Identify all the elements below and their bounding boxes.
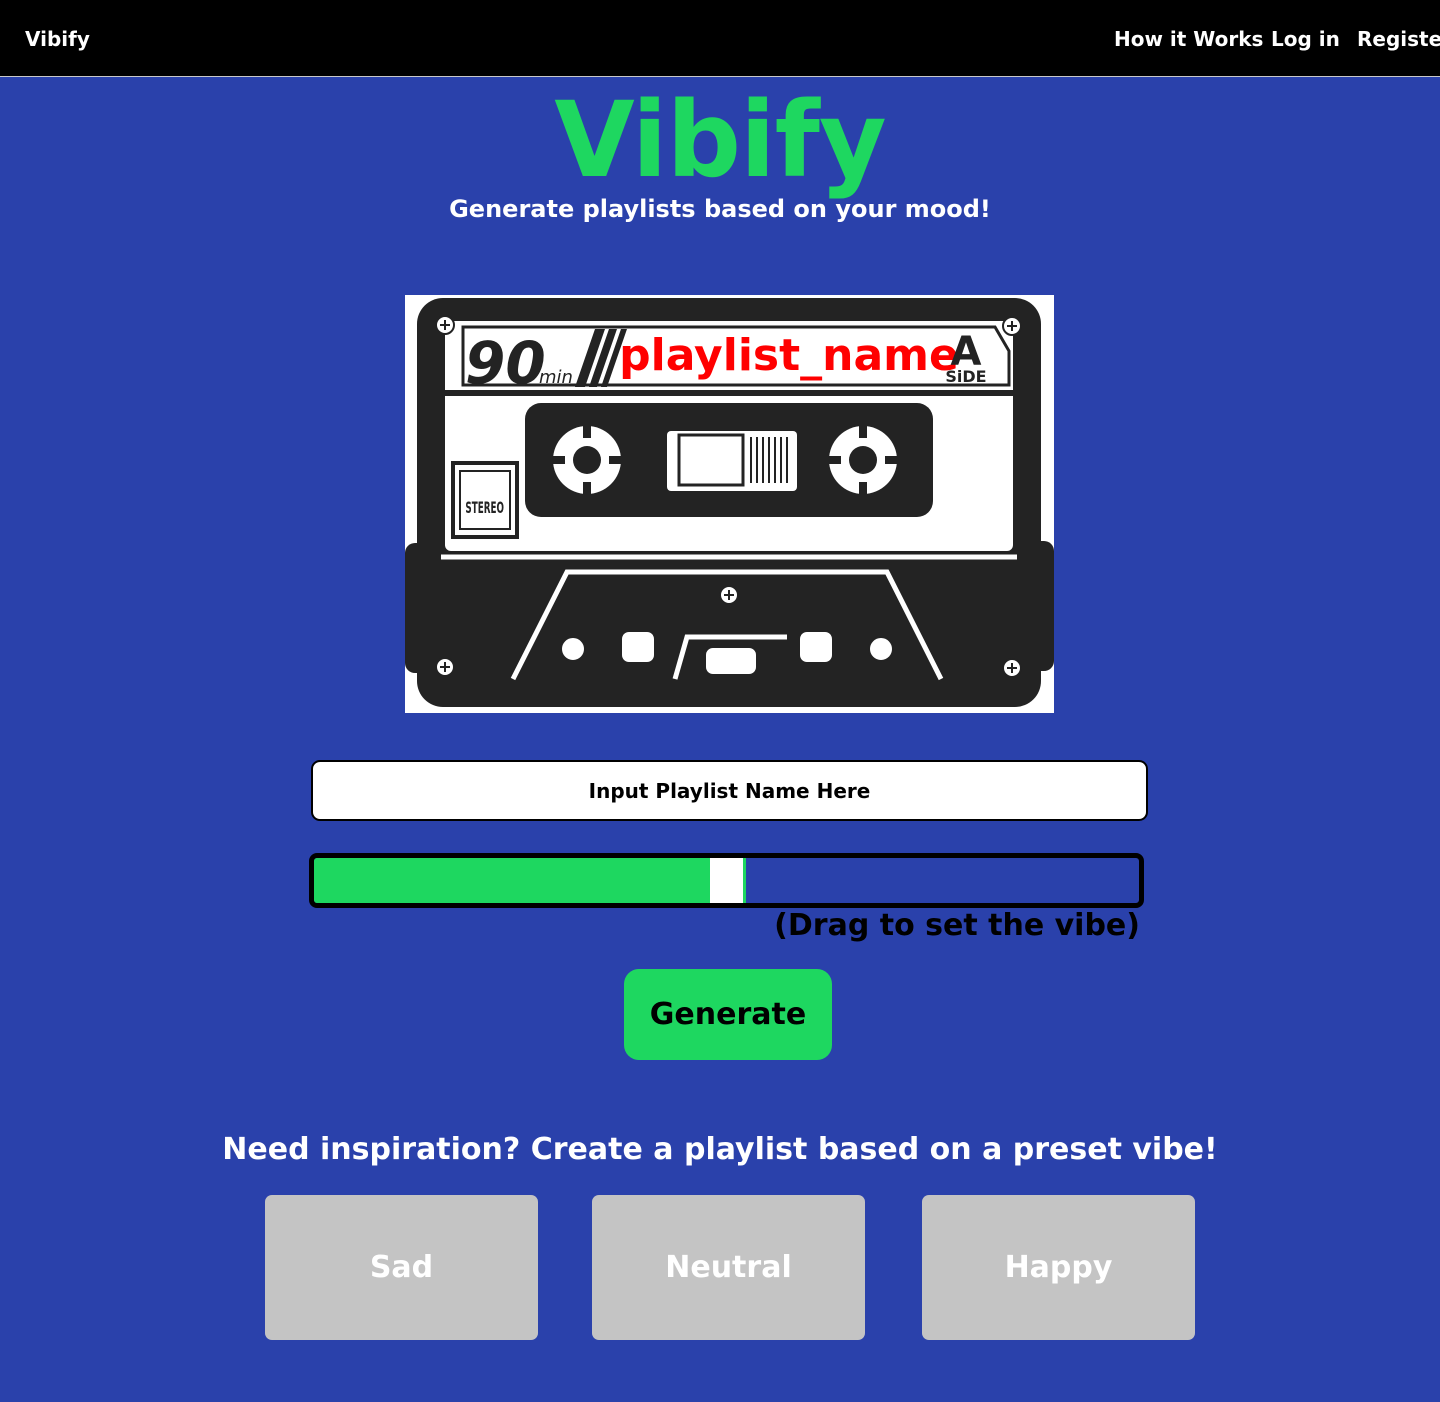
top-navbar: Vibify How it Works Log in Register <box>0 0 1440 77</box>
nav-link-how-it-works[interactable]: How it Works <box>1114 26 1263 52</box>
preset-heading: Need inspiration? Create a playlist base… <box>222 1132 1218 1167</box>
cassette-side-word: SiDE <box>945 367 986 386</box>
cassette-minutes: 90 <box>465 329 546 397</box>
cassette-playlist-label: playlist_name <box>619 330 959 381</box>
vibe-slider[interactable] <box>309 853 1144 908</box>
preset-happy-button[interactable]: Happy <box>922 1195 1195 1340</box>
nav-link-log-in[interactable]: Log in <box>1271 26 1340 52</box>
vibe-slider-fill <box>314 858 710 903</box>
preset-sad-button[interactable]: Sad <box>265 1195 538 1340</box>
stereo-label: STEREO <box>465 499 504 518</box>
cassette-minutes-unit: min <box>539 367 573 388</box>
vibe-slider-hint: (Drag to set the vibe) <box>774 908 1140 943</box>
page-title: Vibify <box>554 79 886 201</box>
playlist-name-input[interactable] <box>311 760 1148 821</box>
brand-link[interactable]: Vibify <box>25 26 90 52</box>
generate-button[interactable]: Generate <box>624 969 832 1060</box>
page-subtitle: Generate playlists based on your mood! <box>449 195 991 223</box>
cassette-illustration: STEREO 90 min playlist_name A SiDE <box>405 295 1054 713</box>
nav-link-register[interactable]: Register <box>1357 26 1440 52</box>
vibe-slider-thumb[interactable] <box>710 858 746 903</box>
preset-neutral-button[interactable]: Neutral <box>592 1195 865 1340</box>
